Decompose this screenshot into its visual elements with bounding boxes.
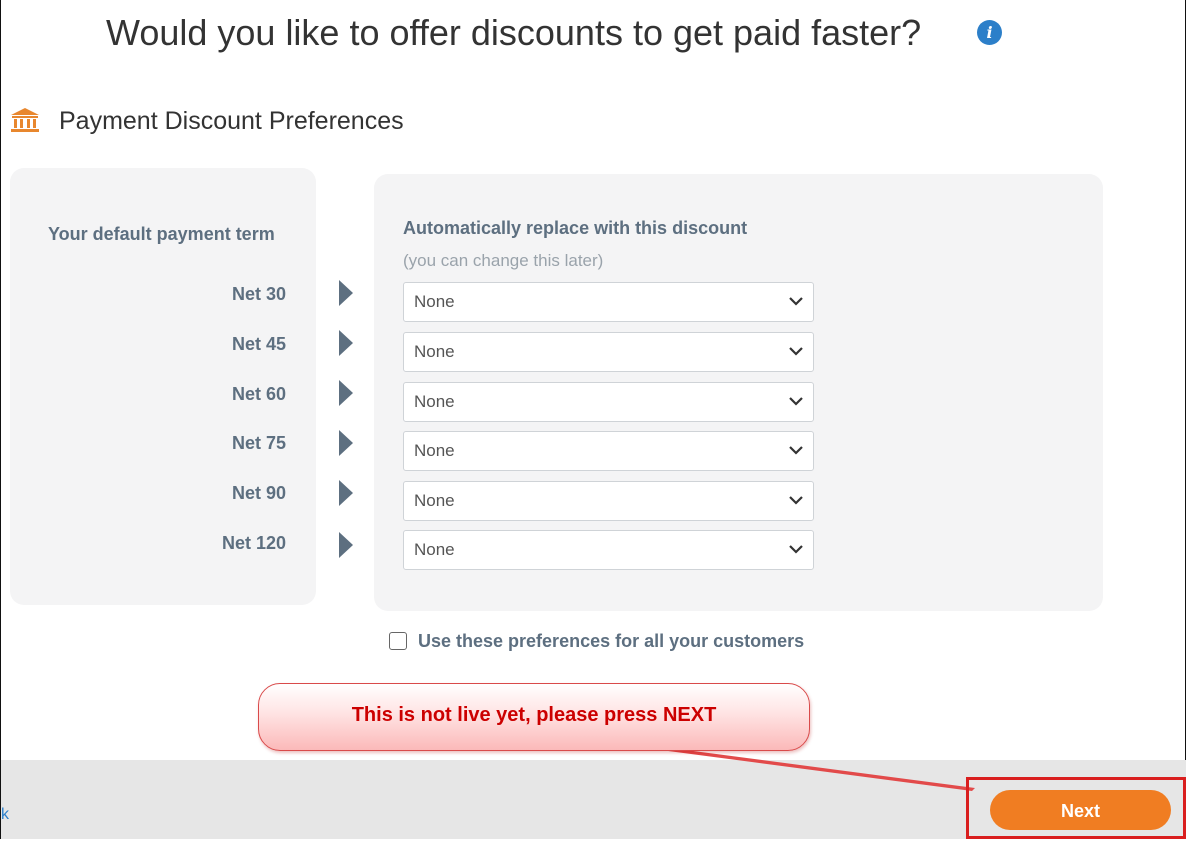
callout-text: This is not live yet, please press NEXT — [351, 704, 717, 726]
next-button-highlight — [966, 777, 1186, 839]
annotation-callout: This is not live yet, please press NEXT — [258, 683, 810, 751]
